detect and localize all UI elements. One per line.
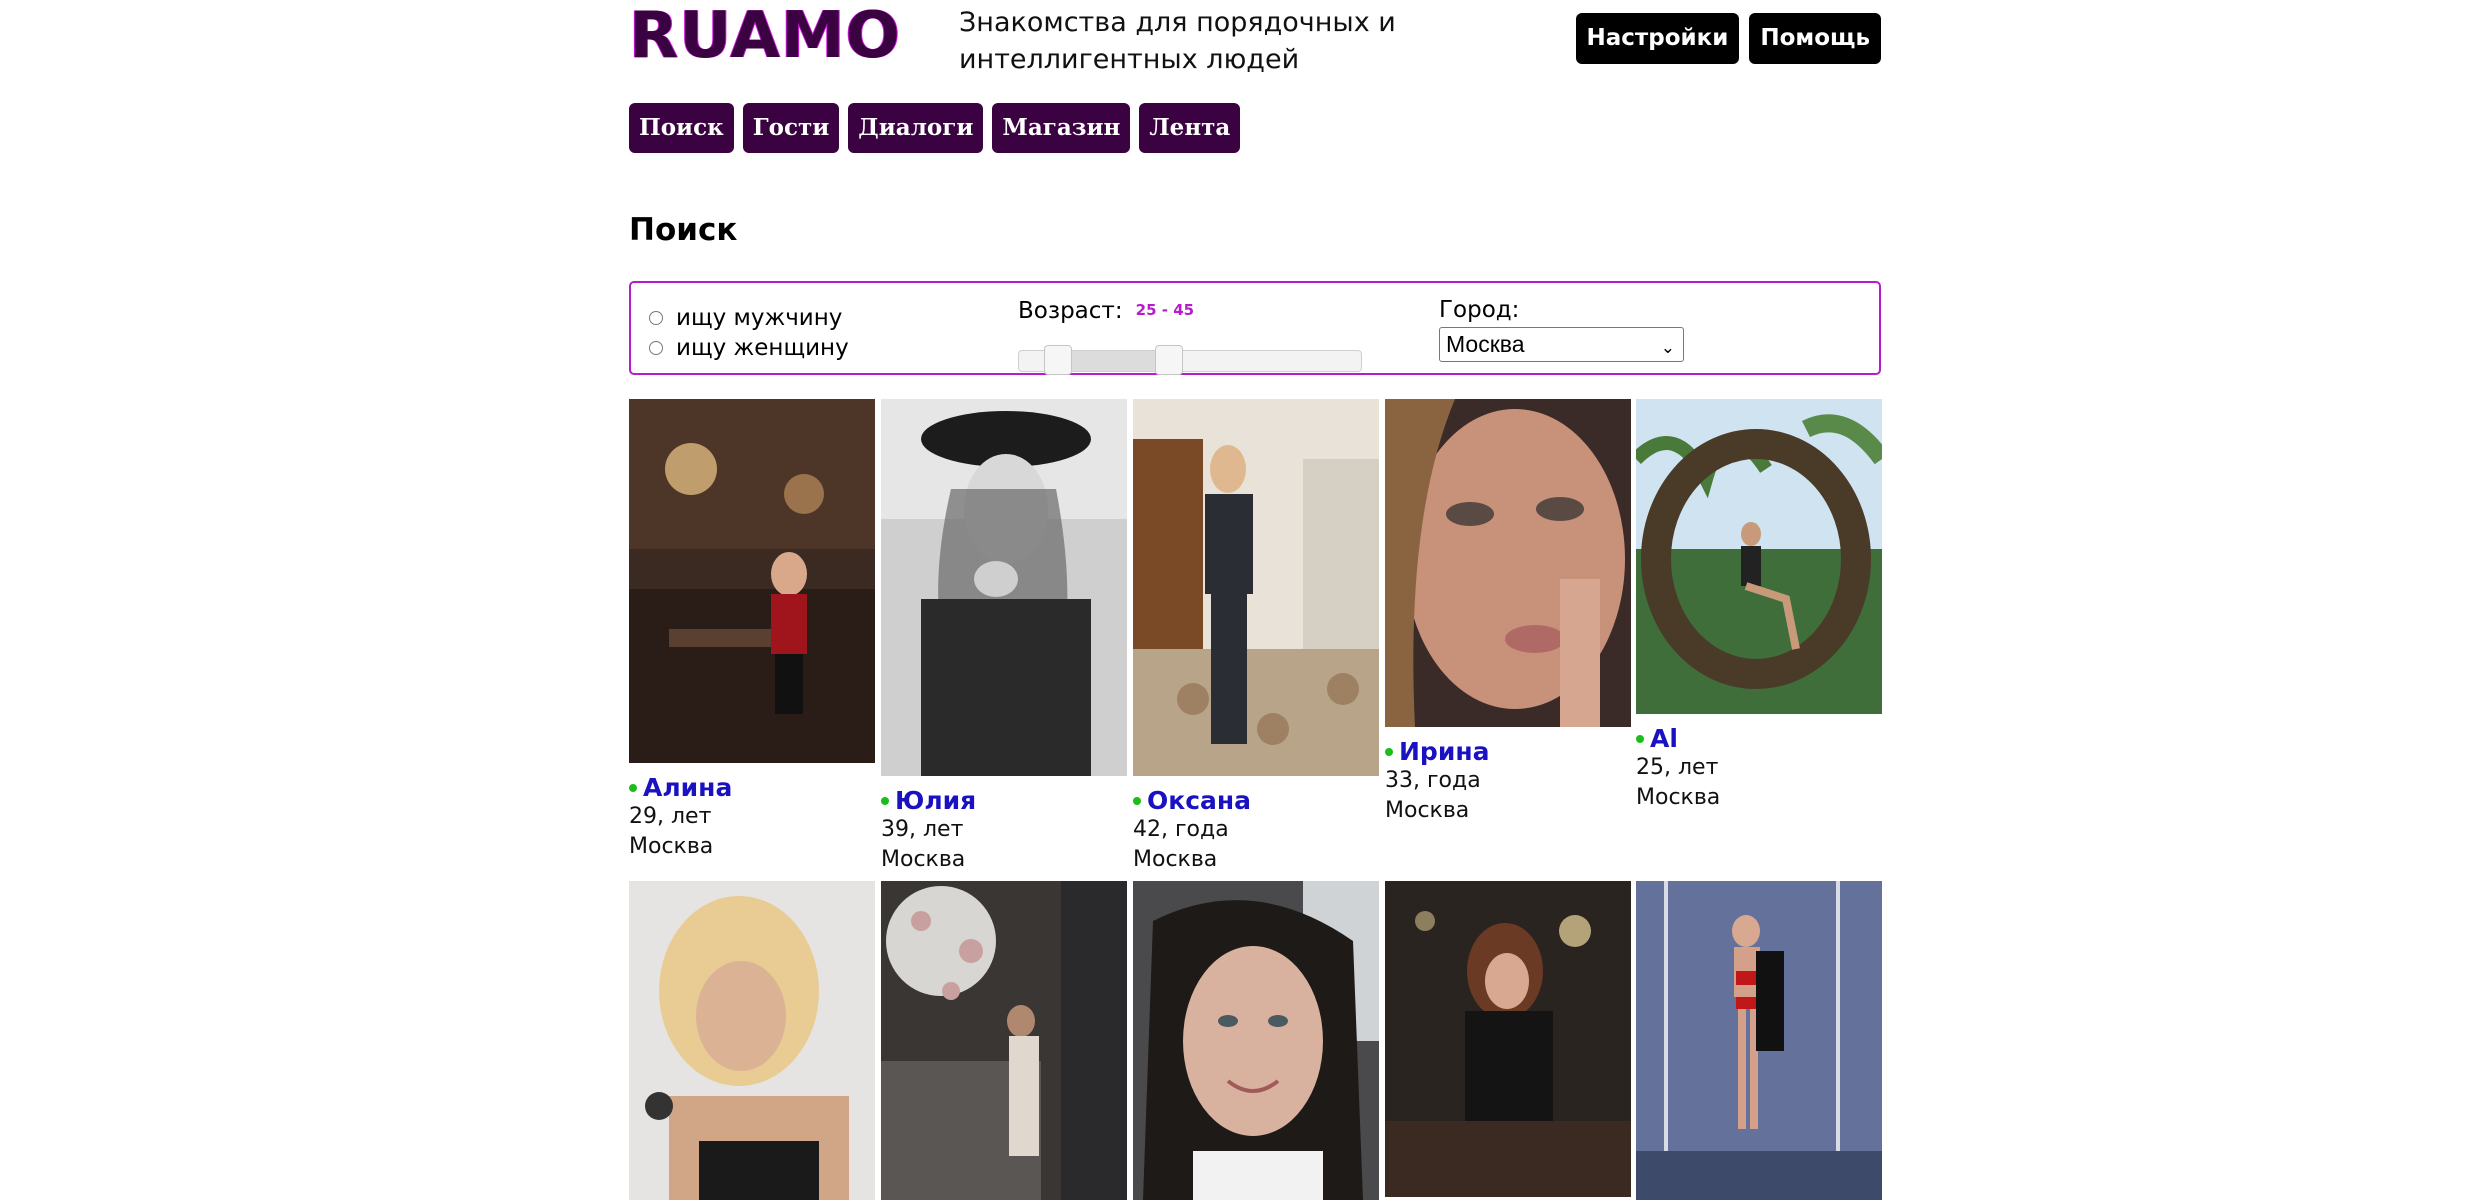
profile-city: Москва <box>629 834 714 859</box>
flowers-interior-photo-icon <box>881 881 1127 1200</box>
online-indicator-icon <box>1636 734 1644 743</box>
profile-photo[interactable] <box>881 399 1127 776</box>
profile-photo[interactable] <box>1133 399 1379 776</box>
age-filter: Возраст: 25 - 45 <box>1018 298 1362 375</box>
settings-button[interactable]: Настройки <box>1575 13 1740 64</box>
restaurant-photo-icon <box>629 399 875 763</box>
city-select[interactable]: Москва ⌄ <box>1439 327 1684 362</box>
age-range-value: 25 - 45 <box>1135 301 1195 319</box>
page: RUAMO Знакомства для порядочных и интелл… <box>629 0 1882 1200</box>
profile-photo[interactable] <box>1385 881 1631 1197</box>
slider-range-fill <box>1057 351 1169 371</box>
gender-radio-group: ищу мужчину ищу женщину <box>649 303 849 363</box>
profile-name[interactable]: Al <box>1650 724 1678 753</box>
profile-card[interactable]: Al 25, лет Москва <box>1636 399 1882 813</box>
profile-photo[interactable] <box>629 399 875 763</box>
online-indicator-icon <box>629 783 637 792</box>
search-filter-panel: ищу мужчину ищу женщину Возраст: 25 - 45… <box>629 281 1881 375</box>
car-selfie-photo-icon <box>1133 881 1379 1200</box>
nav-search[interactable]: Поиск <box>629 103 734 153</box>
profile-photo[interactable] <box>1133 881 1379 1200</box>
chevron-down-icon: ⌄ <box>1660 338 1675 357</box>
tagline: Знакомства для порядочных и интеллигентн… <box>959 7 1396 75</box>
nav-feed[interactable]: Лента <box>1139 103 1241 153</box>
age-range-slider[interactable] <box>1018 345 1362 375</box>
profile-age: 39, лет <box>881 817 964 842</box>
profile-name-row: Al <box>1636 724 1882 753</box>
mirror-selfie-photo-icon <box>1133 399 1379 776</box>
profile-name[interactable]: Ирина <box>1399 737 1489 766</box>
profile-photo[interactable] <box>1385 399 1631 727</box>
city-label: Город: <box>1439 297 1520 323</box>
nest-swing-photo-icon <box>1636 399 1882 714</box>
radio-button[interactable] <box>649 311 663 325</box>
profile-photo[interactable] <box>1636 399 1882 714</box>
profile-card[interactable]: Юлия 39, лет Москва <box>881 399 1127 875</box>
profile-name-row: Юлия <box>881 786 1127 815</box>
profile-city: Москва <box>1133 847 1218 872</box>
pole-studio-photo-icon <box>1636 881 1882 1200</box>
seek-man-option[interactable]: ищу мужчину <box>649 303 849 333</box>
seek-man-label: ищу мужчину <box>676 305 843 331</box>
profile-card[interactable] <box>629 881 875 1200</box>
profile-card[interactable]: Ирина 33, года Москва <box>1385 399 1631 826</box>
main-nav: Поиск Гости Диалоги Магазин Лента <box>629 103 1241 153</box>
profile-card[interactable]: Оксана 42, года Москва <box>1133 399 1379 875</box>
cafe-night-photo-icon <box>1385 881 1631 1197</box>
profile-card[interactable]: Алина 29, лет Москва <box>629 399 875 862</box>
nav-shop[interactable]: Магазин <box>992 103 1131 153</box>
profile-age: 29, лет <box>629 804 712 829</box>
online-indicator-icon <box>1385 747 1393 756</box>
blonde-photo-icon <box>629 881 875 1200</box>
help-button[interactable]: Помощь <box>1749 13 1881 64</box>
profile-name[interactable]: Алина <box>643 773 732 802</box>
profile-card[interactable] <box>1636 881 1882 1200</box>
seek-woman-label: ищу женщину <box>676 335 849 361</box>
closeup-face-photo-icon <box>1385 399 1631 727</box>
logo-text: RUAMO <box>629 0 901 73</box>
age-min-handle[interactable] <box>1043 345 1072 375</box>
profile-age: 25, лет <box>1636 755 1719 780</box>
city-select-value: Москва <box>1446 331 1525 357</box>
profile-age: 33, года <box>1385 768 1481 793</box>
profile-card[interactable] <box>881 881 1127 1200</box>
profile-city: Москва <box>1636 785 1721 810</box>
page-title: Поиск <box>629 212 738 248</box>
city-filter: Город: Москва ⌄ <box>1439 297 1684 362</box>
online-indicator-icon <box>881 796 889 805</box>
profile-name[interactable]: Оксана <box>1147 786 1251 815</box>
profile-city: Москва <box>1385 798 1470 823</box>
profile-card[interactable] <box>1385 881 1631 1197</box>
radio-button[interactable] <box>649 341 663 355</box>
profile-card[interactable] <box>1133 881 1379 1200</box>
online-indicator-icon <box>1133 796 1141 805</box>
profile-name-row: Ирина <box>1385 737 1631 766</box>
profile-name[interactable]: Юлия <box>895 786 976 815</box>
profile-name-row: Оксана <box>1133 786 1379 815</box>
profile-name-row: Алина <box>629 773 875 802</box>
age-max-handle[interactable] <box>1154 345 1183 375</box>
profile-city: Москва <box>881 847 966 872</box>
logo[interactable]: RUAMO <box>629 2 901 70</box>
age-label: Возраст: <box>1018 298 1123 324</box>
profile-photo[interactable] <box>629 881 875 1200</box>
seek-woman-option[interactable]: ищу женщину <box>649 333 849 363</box>
top-buttons: Настройки Помощь <box>1575 13 1881 64</box>
nav-guests[interactable]: Гости <box>742 103 840 153</box>
bw-hat-photo-icon <box>881 399 1127 776</box>
nav-dialogs[interactable]: Диалоги <box>848 103 984 153</box>
profile-photo[interactable] <box>1636 881 1882 1200</box>
profile-age: 42, года <box>1133 817 1229 842</box>
profile-photo[interactable] <box>881 881 1127 1200</box>
